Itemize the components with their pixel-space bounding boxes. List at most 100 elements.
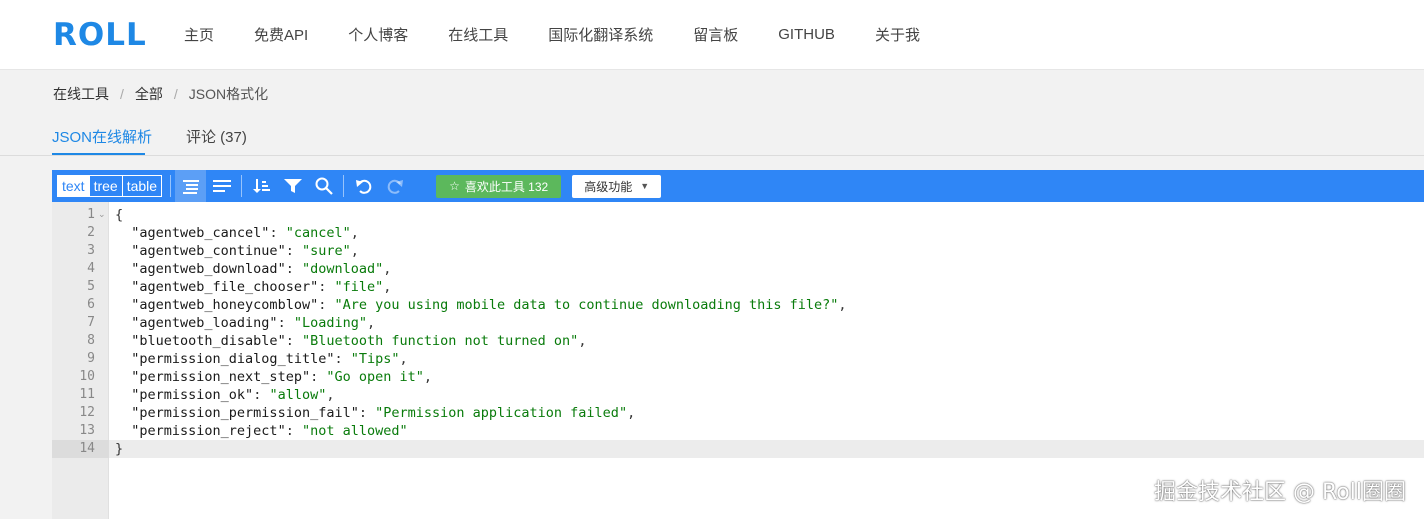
json-string-value: "allow" <box>269 387 327 403</box>
breadcrumb-separator: / <box>120 86 124 102</box>
breadcrumb-separator: / <box>173 86 178 102</box>
code-line: "agentweb_loading": "Loading", <box>131 315 376 331</box>
active-tab-indicator <box>52 153 145 155</box>
sort-icon <box>252 179 270 193</box>
tab-comments[interactable]: 评论 (37) <box>186 126 247 147</box>
line-number: 12 <box>79 405 95 420</box>
mode-table-button[interactable]: table <box>121 176 161 196</box>
toolbar-divider <box>170 175 172 197</box>
json-key: "permission_permission_fail" <box>131 405 359 421</box>
line-number: 6 <box>87 297 95 312</box>
json-key: "agentweb_continue" <box>131 243 286 259</box>
code-line: "agentweb_honeycomblow": "Are you using … <box>131 297 847 313</box>
like-label: 喜欢此工具 132 <box>464 179 549 194</box>
json-key: "bluetooth_disable" <box>131 333 286 349</box>
undo-button[interactable] <box>348 170 379 202</box>
json-string-value: "Go open it" <box>326 369 424 385</box>
json-key: "permission_dialog_title" <box>131 351 335 367</box>
line-number: 7 <box>87 315 95 330</box>
site-logo[interactable]: ROLL <box>53 17 163 53</box>
caret-down-icon: ▼ <box>640 181 650 191</box>
compact-button[interactable] <box>206 170 237 202</box>
nav-blog[interactable]: 个人博客 <box>348 24 408 45</box>
top-navbar: ROLL 主页 免费API 个人博客 在线工具 国际化翻译系统 留言板 GITH… <box>0 0 1424 70</box>
json-key: "permission_next_step" <box>131 369 311 385</box>
open-brace: { <box>115 207 124 223</box>
mode-text-button[interactable]: text <box>58 176 89 196</box>
code-content[interactable]: { "agentweb_cancel": "cancel", "agentweb… <box>115 206 847 458</box>
line-number: 8 <box>87 333 95 348</box>
json-string-value: "Tips" <box>350 351 400 367</box>
json-string-value: "Bluetooth function not turned on" <box>301 333 579 349</box>
json-key: "permission_reject" <box>131 423 286 439</box>
tab-bar: JSON在线解析 评论 (37) <box>0 116 1424 156</box>
json-key: "permission_ok" <box>131 387 254 403</box>
code-line: "permission_permission_fail": "Permissio… <box>131 405 636 421</box>
json-key: "agentweb_honeycomblow" <box>131 297 319 313</box>
nav-i18n-system[interactable]: 国际化翻译系统 <box>548 24 653 45</box>
line-number: 11 <box>79 387 95 402</box>
nav-message-board[interactable]: 留言板 <box>693 24 738 45</box>
json-string-value: "Are you using mobile data to continue d… <box>334 297 839 313</box>
format-button[interactable] <box>175 170 207 202</box>
json-key: "agentweb_file_chooser" <box>131 279 319 295</box>
toolbar-divider <box>241 175 243 197</box>
breadcrumb-online-tools[interactable]: 在线工具 <box>53 84 109 104</box>
code-line: "permission_reject": "not allowed" <box>131 423 408 439</box>
code-line: "agentweb_file_chooser": "file", <box>131 279 392 295</box>
breadcrumb-current: JSON格式化 <box>188 86 269 102</box>
mode-switcher: text tree table <box>57 175 163 197</box>
code-line: { <box>115 206 847 224</box>
redo-button[interactable] <box>379 170 410 202</box>
code-line: "permission_dialog_title": "Tips", <box>131 351 408 367</box>
json-string-value: "not allowed" <box>301 423 408 439</box>
line-number: 14 <box>79 441 95 456</box>
star-icon: ☆ <box>449 179 460 193</box>
code-line: } <box>115 440 847 458</box>
line-number: 3 <box>87 243 95 258</box>
tab-json-parse[interactable]: JSON在线解析 <box>52 126 152 147</box>
search-icon <box>315 177 333 195</box>
json-string-value: "Permission application failed" <box>375 405 628 421</box>
code-line: "permission_next_step": "Go open it", <box>131 369 433 385</box>
nav-free-api[interactable]: 免费API <box>254 24 308 45</box>
nav-about[interactable]: 关于我 <box>875 24 920 45</box>
nav-online-tools[interactable]: 在线工具 <box>448 24 508 45</box>
json-key: "agentweb_loading" <box>131 315 278 331</box>
advanced-label: 高级功能 <box>584 179 633 194</box>
json-string-value: "cancel" <box>285 225 351 241</box>
fold-toggle-icon[interactable]: ⌄ <box>98 206 106 224</box>
advanced-features-dropdown[interactable]: 高级功能 ▼ <box>572 174 662 198</box>
toolbar-divider <box>343 175 345 197</box>
filter-button[interactable] <box>277 170 308 202</box>
code-line: "permission_ok": "allow", <box>131 387 335 403</box>
sort-button[interactable] <box>246 170 277 202</box>
line-number: 4 <box>87 261 95 276</box>
json-string-value: "file" <box>334 279 384 295</box>
json-string-value: "Loading" <box>293 315 367 331</box>
redo-icon <box>387 179 403 194</box>
json-key: "agentweb_download" <box>131 261 286 277</box>
format-icon <box>182 180 199 194</box>
json-key: "agentweb_cancel" <box>131 225 270 241</box>
close-brace: } <box>115 441 124 457</box>
json-editor[interactable]: 1 2 3 4 5 6 7 8 9 10 11 12 13 14 ⌄ { "agentweb_cancel… <box>52 202 1424 519</box>
undo-icon <box>355 179 371 194</box>
watermark: 掘金技术社区 @ Roll圈圈 <box>1154 480 1406 505</box>
like-tool-button[interactable]: ☆ 喜欢此工具 132 <box>436 174 562 198</box>
mode-tree-button[interactable]: tree <box>88 176 122 196</box>
line-number: 2 <box>87 225 95 240</box>
line-number: 1 <box>87 207 95 222</box>
code-line: "agentweb_download": "download", <box>131 261 392 277</box>
nav-home[interactable]: 主页 <box>184 24 214 45</box>
line-number: 9 <box>87 351 95 366</box>
nav-github[interactable]: GITHUB <box>778 26 835 43</box>
line-number: 5 <box>87 279 95 294</box>
json-string-value: "sure" <box>301 243 351 259</box>
line-number: 10 <box>79 369 95 384</box>
json-string-value: "download" <box>301 261 384 277</box>
line-number: 13 <box>79 423 95 438</box>
breadcrumb-all[interactable]: 全部 <box>135 84 163 104</box>
search-button[interactable] <box>308 170 339 202</box>
editor-toolbar: text tree table ☆ 喜欢此工具 132 高级功能 ▼ <box>52 170 1424 202</box>
